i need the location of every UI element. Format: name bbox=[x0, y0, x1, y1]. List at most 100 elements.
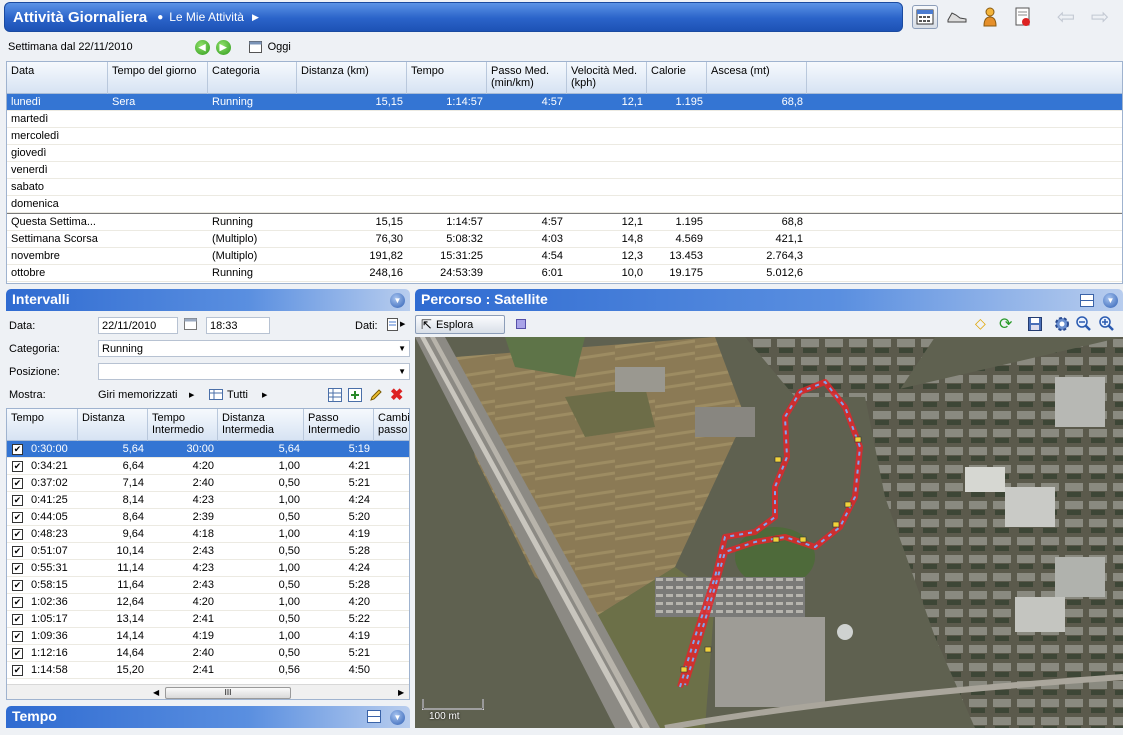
column-header-split-pace[interactable]: Passo Intermedio bbox=[304, 409, 374, 441]
table-row[interactable]: martedì bbox=[7, 111, 1122, 128]
lap-row[interactable]: ✔ 0:34:21 6,64 4:20 1,00 4:21 bbox=[7, 458, 409, 475]
chevron-down-icon[interactable]: ▼ bbox=[398, 365, 406, 379]
lap-row[interactable]: ✔ 0:58:15 11,64 2:43 0,50 5:28 bbox=[7, 577, 409, 594]
shoe-button[interactable] bbox=[944, 5, 970, 29]
chevron-right-icon[interactable]: ▶ bbox=[262, 391, 267, 399]
column-header-data[interactable]: Data bbox=[7, 62, 108, 94]
table-row[interactable]: domenica bbox=[7, 196, 1122, 213]
color-square-icon[interactable] bbox=[516, 319, 526, 329]
forward-arrow-icon[interactable]: ⇨ bbox=[1087, 4, 1113, 29]
table-row[interactable]: Settimana Scorsa (Multiplo) 76,30 5:08:32 4:… bbox=[7, 231, 1122, 248]
chevron-right-icon[interactable]: ▶ bbox=[400, 320, 405, 328]
lap-checkbox[interactable]: ✔ bbox=[12, 597, 23, 608]
column-header-split-time[interactable]: Tempo Intermedio bbox=[148, 409, 218, 441]
scroll-left-icon[interactable]: ◀ bbox=[153, 688, 159, 697]
lap-row[interactable]: ✔ 0:51:07 10,14 2:43 0,50 5:28 bbox=[7, 543, 409, 560]
add-lap-icon[interactable] bbox=[348, 388, 362, 402]
explore-button[interactable]: ⇱ Esplora bbox=[415, 315, 505, 334]
table-row[interactable]: giovedì bbox=[7, 145, 1122, 162]
lap-checkbox[interactable]: ✔ bbox=[12, 614, 23, 625]
collapse-tempo-icon[interactable]: ▼ bbox=[390, 710, 405, 725]
grid-settings-icon[interactable] bbox=[328, 388, 342, 402]
table-row[interactable]: Questa Settima... Running 15,15 1:14:57 4:57… bbox=[7, 214, 1122, 231]
collapse-route-icon[interactable]: ▼ bbox=[1103, 293, 1118, 308]
lap-checkbox[interactable]: ✔ bbox=[12, 512, 23, 523]
calendar-icon[interactable] bbox=[248, 41, 262, 53]
lap-row[interactable]: ✔ 1:12:16 14,64 2:40 0,50 5:21 bbox=[7, 645, 409, 662]
today-button[interactable]: Oggi bbox=[268, 41, 291, 53]
column-header-calories[interactable]: Calorie bbox=[647, 62, 707, 94]
column-header-time[interactable]: Tempo bbox=[407, 62, 487, 94]
calendar-view-button[interactable] bbox=[912, 5, 938, 29]
lap-row[interactable]: ✔ 1:05:17 13,14 2:41 0,50 5:22 bbox=[7, 611, 409, 628]
satellite-map[interactable]: 100 mt bbox=[415, 337, 1123, 728]
lap-row[interactable]: ✔ 0:30:00 5,64 30:00 5,64 5:19 bbox=[7, 441, 409, 458]
edit-pencil-icon[interactable] bbox=[369, 388, 383, 402]
lap-checkbox[interactable]: ✔ bbox=[12, 461, 23, 472]
my-activities-link[interactable]: Le Mie Attività bbox=[169, 10, 244, 24]
calendar-icon[interactable] bbox=[184, 318, 197, 330]
panel-layout-icon[interactable] bbox=[1080, 294, 1094, 307]
lap-checkbox[interactable]: ✔ bbox=[12, 665, 23, 676]
prev-week-icon[interactable]: ◀ bbox=[194, 39, 210, 55]
table-row[interactable]: ottobre Running 248,16 24:53:39 6:01 10,0 19.1… bbox=[7, 265, 1122, 282]
delete-icon[interactable]: ✖ bbox=[390, 385, 403, 405]
lap-checkbox[interactable]: ✔ bbox=[12, 444, 23, 455]
all-dropdown[interactable]: Tutti bbox=[227, 389, 248, 401]
panel-layout-icon[interactable] bbox=[367, 710, 381, 723]
lap-row[interactable]: ✔ 1:02:36 12,64 4:20 1,00 4:20 bbox=[7, 594, 409, 611]
lap-checkbox[interactable]: ✔ bbox=[12, 529, 23, 540]
table-row[interactable]: venerdì bbox=[7, 162, 1122, 179]
scroll-thumb[interactable]: III bbox=[165, 687, 291, 699]
settings-gear-icon[interactable] bbox=[1054, 316, 1070, 332]
details-icon[interactable] bbox=[387, 318, 399, 331]
lap-checkbox[interactable]: ✔ bbox=[12, 580, 23, 591]
table-row[interactable]: novembre (Multiplo) 191,82 15:31:25 4:54 12,3… bbox=[7, 248, 1122, 265]
lap-checkbox[interactable]: ✔ bbox=[12, 495, 23, 506]
scroll-right-icon[interactable]: ▶ bbox=[398, 688, 404, 697]
zoom-in-icon[interactable] bbox=[1099, 316, 1115, 332]
column-header-time-of-day[interactable]: Tempo del giorno bbox=[108, 62, 208, 94]
table-row[interactable]: lunedì Sera Running 15,15 1:14:57 4:57 12,1 1.1… bbox=[7, 94, 1122, 111]
save-icon[interactable] bbox=[1028, 317, 1042, 331]
lap-row[interactable]: ✔ 0:41:25 8,14 4:23 1,00 4:24 bbox=[7, 492, 409, 509]
show-dropdown[interactable]: Giri memorizzati bbox=[98, 389, 177, 401]
report-button[interactable] bbox=[1010, 5, 1036, 29]
table-row[interactable]: mercoledì bbox=[7, 128, 1122, 145]
category-select[interactable]: Running ▼ bbox=[98, 340, 410, 357]
column-header-distance[interactable]: Distanza bbox=[78, 409, 148, 441]
athlete-button[interactable] bbox=[977, 5, 1003, 29]
column-header-pace[interactable]: Passo Med. (min/km) bbox=[487, 62, 567, 94]
column-header-ascent[interactable]: Ascesa (mt) bbox=[707, 62, 807, 94]
lap-row[interactable]: ✔ 0:37:02 7,14 2:40 0,50 5:21 bbox=[7, 475, 409, 492]
lap-row[interactable]: ✔ 1:14:58 15,20 2:41 0,56 4:50 bbox=[7, 662, 409, 679]
chevron-down-icon[interactable]: ▼ bbox=[398, 342, 406, 356]
table-row[interactable]: sabato bbox=[7, 179, 1122, 196]
column-header-category[interactable]: Categoria bbox=[208, 62, 297, 94]
lap-checkbox[interactable]: ✔ bbox=[12, 478, 23, 489]
position-select[interactable]: ▼ bbox=[98, 363, 410, 380]
lap-row[interactable]: ✔ 0:55:31 11,14 4:23 1,00 4:24 bbox=[7, 560, 409, 577]
column-header-pace-change[interactable]: Cambi passo bbox=[374, 409, 409, 441]
horizontal-scrollbar[interactable]: ◀ III ▶ bbox=[7, 684, 409, 699]
back-arrow-icon[interactable]: ⇦ bbox=[1053, 4, 1079, 29]
lap-checkbox[interactable]: ✔ bbox=[12, 648, 23, 659]
column-header-split-distance[interactable]: Distanza Intermedia bbox=[218, 409, 304, 441]
next-week-icon[interactable]: ▶ bbox=[215, 39, 231, 55]
lap-checkbox[interactable]: ✔ bbox=[12, 631, 23, 642]
chevron-right-icon[interactable]: ▶ bbox=[252, 12, 259, 23]
time-field[interactable]: 18:33 bbox=[206, 317, 270, 334]
column-header-distance[interactable]: Distanza (km) bbox=[297, 62, 407, 94]
lap-row[interactable]: ✔ 0:44:05 8,64 2:39 0,50 5:20 bbox=[7, 509, 409, 526]
diamond-icon[interactable]: ◇ bbox=[975, 315, 986, 332]
lap-row[interactable]: ✔ 1:09:36 14,14 4:19 1,00 4:19 bbox=[7, 628, 409, 645]
lap-checkbox[interactable]: ✔ bbox=[12, 546, 23, 557]
refresh-icon[interactable]: ⟳ bbox=[999, 314, 1012, 334]
lap-checkbox[interactable]: ✔ bbox=[12, 563, 23, 574]
lap-row[interactable]: ✔ 0:48:23 9,64 4:18 1,00 4:19 bbox=[7, 526, 409, 543]
column-header-speed[interactable]: Velocità Med. (kph) bbox=[567, 62, 647, 94]
column-header-time[interactable]: Tempo bbox=[7, 409, 78, 441]
date-field[interactable]: 22/11/2010 bbox=[98, 317, 178, 334]
chevron-right-icon[interactable]: ▶ bbox=[189, 391, 194, 399]
collapse-intervals-icon[interactable]: ▼ bbox=[390, 293, 405, 308]
